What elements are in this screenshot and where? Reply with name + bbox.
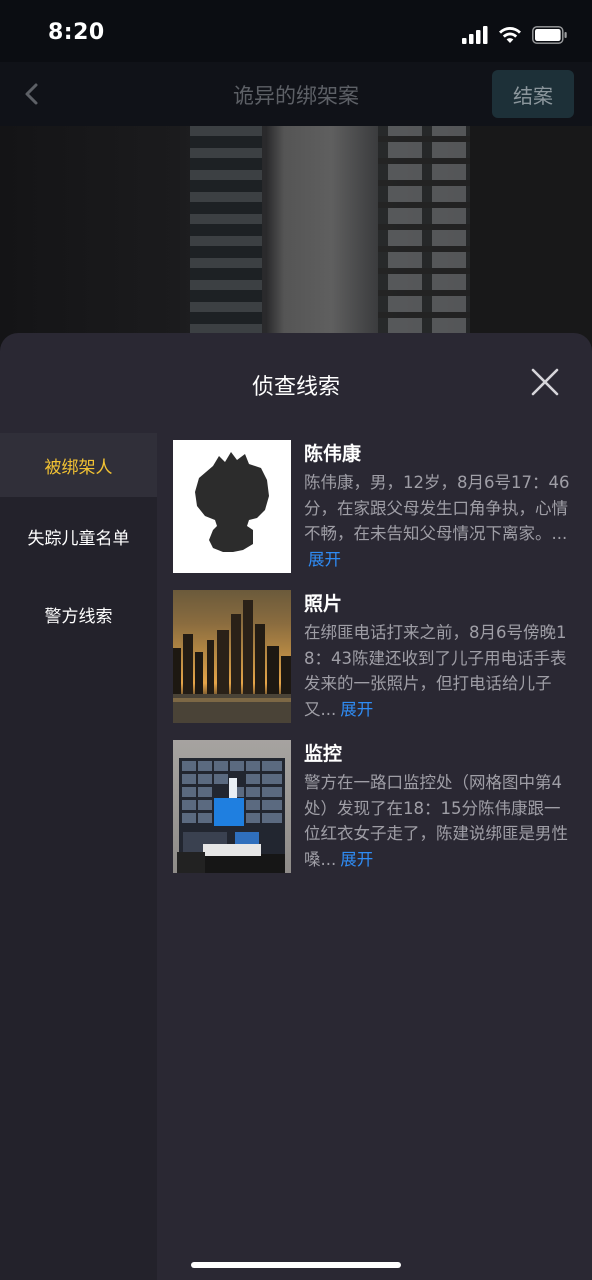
home-indicator <box>191 1262 401 1268</box>
case-cover-image <box>0 126 592 356</box>
clue-title: 陈伟康 <box>304 443 362 465</box>
menu-item-kidnapped[interactable]: 被绑架人 <box>0 433 157 497</box>
clues-sheet: 侦查线索 被绑架人 失踪儿童名单 警方线索 陈伟康 陈伟康，男，12岁，8月6号… <box>0 333 592 1280</box>
expand-link[interactable]: 展开 <box>340 850 373 869</box>
clue-description: 警方在一路口监控处（网格图中第4处）发现了在18：15分陈伟康跟一位红衣女子走了… <box>304 773 568 869</box>
clue-title: 照片 <box>304 593 343 615</box>
building-right <box>378 126 470 356</box>
battery-icon <box>532 26 567 44</box>
expand-link[interactable]: 展开 <box>308 550 341 569</box>
clue-item[interactable]: 监控 警方在一路口监控处（网格图中第4处）发现了在18：15分陈伟康跟一位红衣女… <box>173 740 583 874</box>
silhouette-avatar <box>173 440 291 573</box>
sheet-close-button[interactable] <box>530 367 560 397</box>
menu-item-police-clues[interactable]: 警方线索 <box>0 575 157 653</box>
status-time: 8:20 <box>48 20 105 45</box>
wifi-icon <box>499 27 521 43</box>
clue-item[interactable]: 陈伟康 陈伟康，男，12岁，8月6号17：46分，在家跟父母发生口角争执，心情不… <box>173 440 583 574</box>
close-case-button[interactable]: 结案 <box>492 70 574 118</box>
building-left <box>190 126 262 356</box>
surveillance-monitors-photo <box>173 740 291 873</box>
close-icon <box>531 368 559 396</box>
clue-category-menu: 被绑架人 失踪儿童名单 警方线索 <box>0 433 157 1280</box>
nav-bar: 诡异的绑架案 结案 <box>0 62 592 126</box>
menu-item-missing-children[interactable]: 失踪儿童名单 <box>0 497 157 575</box>
clue-item[interactable]: 照片 在绑匪电话打来之前，8月6号傍晚18：43陈建还收到了儿子用电话手表发来的… <box>173 590 583 724</box>
city-sunset-photo <box>173 590 291 723</box>
clue-description: 在绑匪电话打来之前，8月6号傍晚18：43陈建还收到了儿子用电话手表发来的一张照… <box>304 623 567 719</box>
status-icons <box>462 24 568 46</box>
clue-title: 监控 <box>304 743 343 765</box>
clue-description: 陈伟康，男，12岁，8月6号17：46分，在家跟父母发生口角争执，心情不畅，在未… <box>304 473 570 569</box>
status-bar: 8:20 <box>0 0 592 62</box>
expand-link[interactable]: 展开 <box>340 700 373 719</box>
building-far <box>470 126 592 356</box>
sheet-title: 侦查线索 <box>251 375 340 400</box>
signal-icon <box>462 26 488 44</box>
